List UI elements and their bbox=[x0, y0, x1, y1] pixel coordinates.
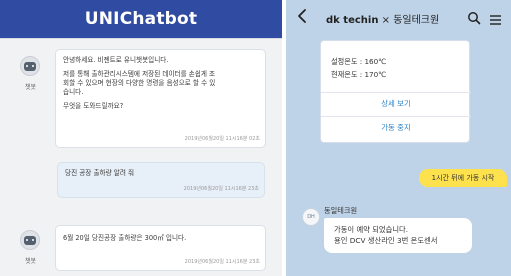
reply-line: 용인 DCV 생산라인 3번 온도센서 bbox=[334, 236, 438, 245]
user-message-bubble: 1시간 뒤에 가동 시작 bbox=[419, 169, 507, 187]
bot-name: 챗봇 bbox=[25, 258, 37, 265]
chat-title-brand: dk techin bbox=[326, 15, 379, 26]
message-text: 6월 20일 당진공장 출하량은 300㎥ 입니다. bbox=[63, 234, 187, 242]
bot-avatar-icon bbox=[20, 56, 40, 76]
bot-name: 챗봇 bbox=[25, 84, 37, 91]
header-divider bbox=[0, 38, 282, 39]
temperature-card: 설정온도 : 160℃ 현재온도 : 170℃ 상세 보기 가동 중지 bbox=[320, 40, 471, 143]
current-temperature: 현재온도 : 170℃ bbox=[331, 70, 387, 79]
message-line: 회할 수 있으며 현장의 다양한 명령을 음성으로 할 수 있 bbox=[63, 79, 216, 87]
temperature-info: 설정온도 : 160℃ 현재온도 : 170℃ bbox=[331, 55, 386, 81]
stop-operation-button[interactable]: 가동 중지 bbox=[321, 117, 471, 139]
app-title: UNIChatbot bbox=[84, 9, 198, 29]
message-text: 당진 공장 출하량 알려 줘 bbox=[65, 169, 135, 177]
search-icon[interactable] bbox=[467, 10, 481, 25]
bot-message-greeting: 안녕하세요. 비젠트로 유니챗봇입니다. 저를 통해 출하관리시스템에 저장된 … bbox=[55, 49, 266, 148]
message-timestamp: 2019년06월20일 11시16분 23초 bbox=[184, 259, 260, 265]
message-line: 안녕하세요. 비젠트로 유니챗봇입니다. bbox=[63, 56, 169, 64]
message-timestamp: 2019년06월20일 11시16분 23초 bbox=[183, 186, 259, 192]
message-line: 저를 통해 출하관리시스템에 저장된 데이터를 손쉽게 조 bbox=[63, 70, 216, 78]
message-timestamp: 2019년06월20일 11시16분 02초 bbox=[184, 136, 260, 142]
menu-icon[interactable] bbox=[489, 11, 502, 25]
reply-message-bubble: 가동이 예약 되었습니다. 용인 DCV 생산라인 3번 온도센서 bbox=[324, 218, 472, 253]
back-arrow-icon[interactable] bbox=[296, 8, 310, 24]
bot-message-answer: 6월 20일 당진공장 출하량은 300㎥ 입니다. 2019년06월20일 1… bbox=[55, 225, 266, 271]
message-line: 무엇을 도와드릴까요? bbox=[63, 102, 124, 110]
chat-title-partner: 동일테크원 bbox=[393, 15, 440, 26]
unichatbot-screen: UNIChatbot 챗봇 안녕하세요. 비젠트로 유니챗봇입니다. 저를 통해… bbox=[0, 0, 282, 276]
dktechin-chat-screen: dk techin × 동일테크원 설정온도 : 160℃ 현재온도 : 170… bbox=[286, 0, 511, 276]
chat-title: dk techin × 동일테크원 bbox=[326, 11, 439, 26]
reply-line: 가동이 예약 되었습니다. bbox=[334, 225, 409, 234]
message-line: 습니다. bbox=[63, 88, 84, 96]
sender-name: 동일테크원 bbox=[324, 206, 358, 215]
app-header: UNIChatbot bbox=[0, 0, 282, 38]
detail-view-button[interactable]: 상세 보기 bbox=[321, 93, 471, 115]
bot-avatar-icon bbox=[20, 230, 40, 250]
sender-avatar: DH bbox=[302, 208, 320, 226]
user-message: 당진 공장 출하량 알려 줘 2019년06월20일 11시16분 23초 bbox=[57, 162, 265, 198]
set-temperature: 설정온도 : 160℃ bbox=[331, 57, 387, 66]
chat-title-separator: × bbox=[378, 15, 394, 26]
